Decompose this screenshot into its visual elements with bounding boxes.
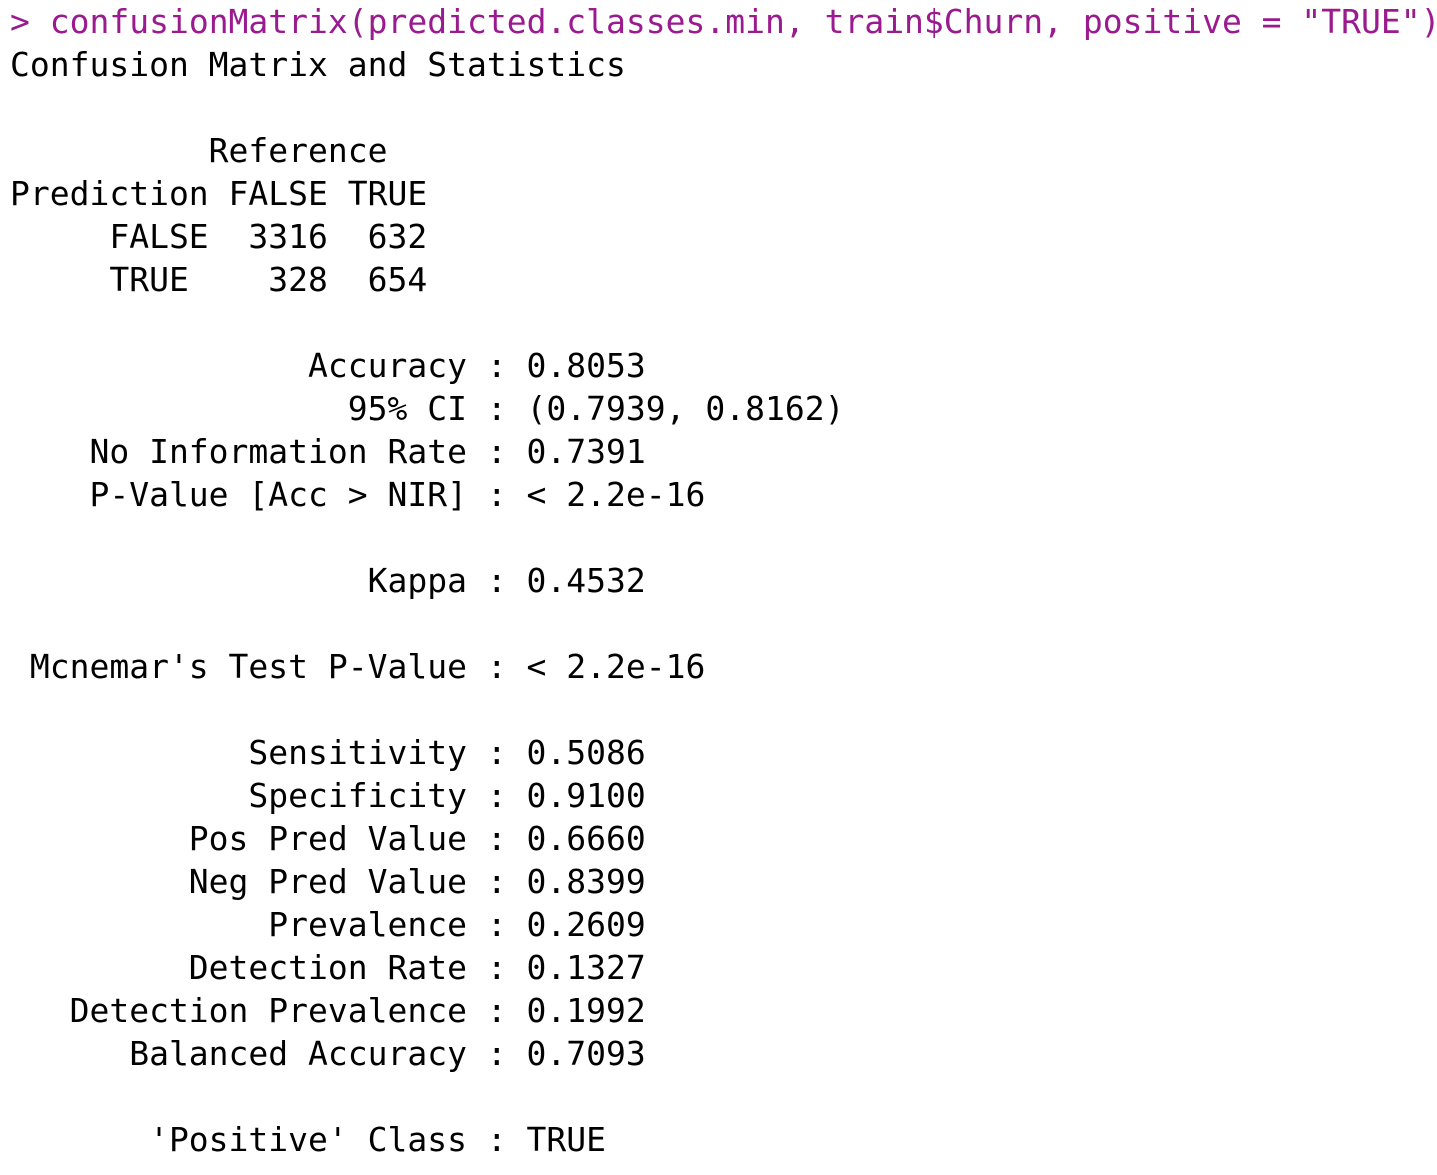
output-line: Pos Pred Value : 0.6660 [10,819,646,858]
output-line: Neg Pred Value : 0.8399 [10,862,646,901]
command-line[interactable]: > confusionMatrix(predicted.classes.min,… [10,0,1437,43]
output-line: Accuracy : 0.8053 [10,346,646,385]
output-line: TRUE 328 654 [10,260,428,299]
output-line: 95% CI : (0.7939, 0.8162) [10,389,845,428]
output-line: P-Value [Acc > NIR] : < 2.2e-16 [10,475,706,514]
output-line: FALSE 3316 632 [10,217,428,256]
output-line: Specificity : 0.9100 [10,776,646,815]
output-line: Detection Prevalence : 0.1992 [10,991,646,1030]
output-line: Kappa : 0.4532 [10,561,646,600]
output-line: Detection Rate : 0.1327 [10,948,646,987]
output-line: Mcnemar's Test P-Value : < 2.2e-16 [10,647,706,686]
output-line: Confusion Matrix and Statistics [10,45,626,84]
output-line: Prevalence : 0.2609 [10,905,646,944]
output-line: 'Positive' Class : TRUE [10,1120,607,1159]
output-line: Sensitivity : 0.5086 [10,733,646,772]
prompt-symbol: > [10,2,50,41]
output-line: Prediction FALSE TRUE [10,174,428,213]
output-line: No Information Rate : 0.7391 [10,432,646,471]
console-output[interactable]: > confusionMatrix(predicted.classes.min,… [10,0,1437,1161]
output-line: Reference [10,131,388,170]
output-line: Balanced Accuracy : 0.7093 [10,1034,646,1073]
command-text: confusionMatrix(predicted.classes.min, t… [49,2,1437,41]
